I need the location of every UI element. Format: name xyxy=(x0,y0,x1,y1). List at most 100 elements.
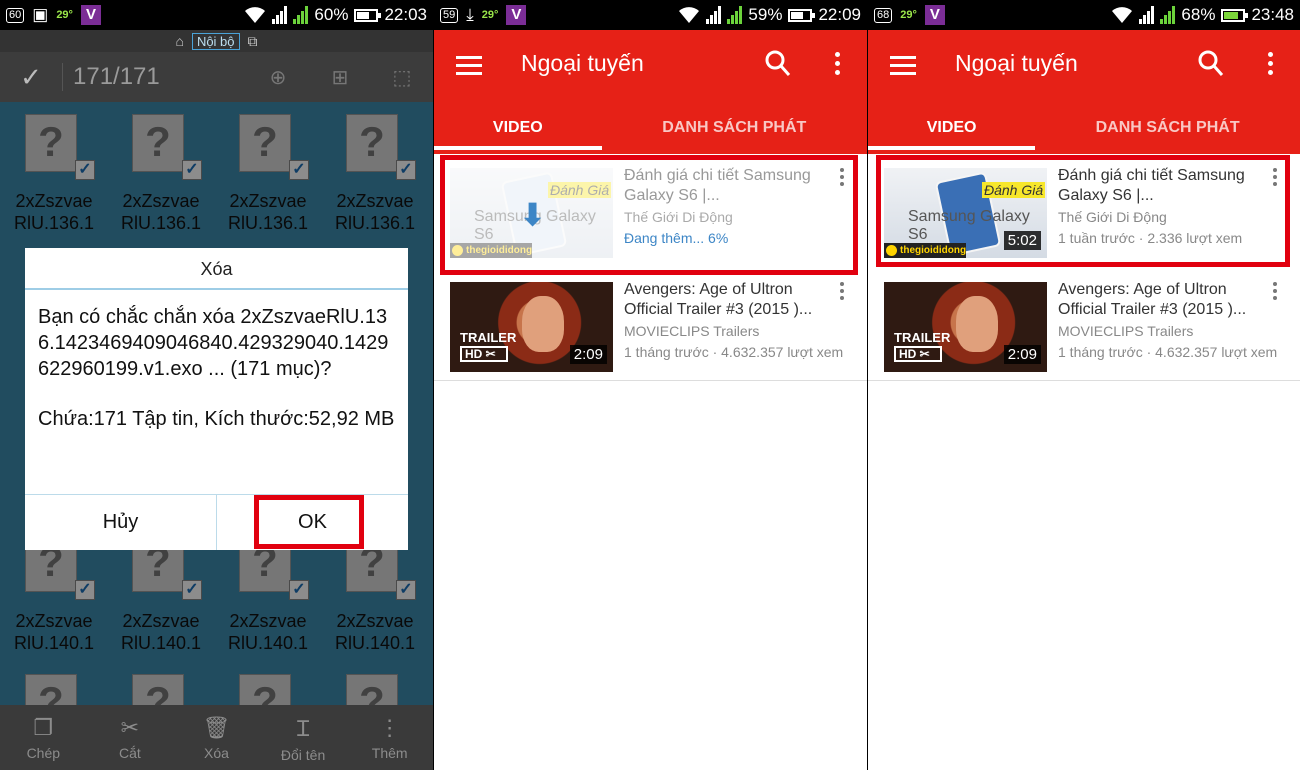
video-thumbnail[interactable]: TRAILER HD ✂ 2:09 xyxy=(450,282,613,372)
trash-icon: 🗑 xyxy=(202,714,231,740)
battery-percent: 68% xyxy=(1181,5,1216,24)
wifi-icon xyxy=(679,7,700,23)
notification-count: 68 xyxy=(874,7,893,23)
status-bar: 68 29° V 68% 23:48 xyxy=(868,0,1300,30)
download-icon: ⤓ xyxy=(466,5,474,24)
image-notification-icon: ▣ xyxy=(32,5,49,24)
signal-sim1-icon xyxy=(1139,6,1155,24)
wifi-icon xyxy=(245,7,266,23)
signal-sim2-icon xyxy=(1160,6,1176,24)
storage-switch-icon[interactable]: ⧉ xyxy=(248,33,258,50)
hamburger-menu-icon[interactable] xyxy=(890,56,916,80)
signal-sim2-icon xyxy=(293,6,309,24)
clock: 22:09 xyxy=(818,5,861,24)
video-stats: 1 tháng trước · 4.632.357 lượt xem xyxy=(624,344,844,360)
video-item[interactable]: TRAILER HD ✂ 2:09 Avengers: Age of Ultro… xyxy=(868,268,1300,388)
video-duration: 2:09 xyxy=(1003,345,1041,364)
signal-sim1-icon xyxy=(272,6,288,24)
page-title: Ngoại tuyến xyxy=(955,50,1078,76)
more-icon: ⋮ xyxy=(378,714,401,740)
tab-playlists[interactable]: DANH SÁCH PHÁT xyxy=(1035,110,1300,154)
overflow-menu-icon[interactable] xyxy=(1268,52,1274,79)
page-title: Ngoại tuyến xyxy=(521,50,644,76)
tab-video[interactable]: VIDEO xyxy=(434,110,602,154)
video-options-icon[interactable] xyxy=(1273,282,1278,303)
rename-icon: Ɪ xyxy=(296,715,310,741)
more-button[interactable]: ⋮ Thêm xyxy=(347,715,433,761)
notification-count: 59 xyxy=(440,7,459,23)
action-bar: ❐ Chép ✂ Cắt 🗑 Xóa Ɪ Đổi tên ⋮ Thêm xyxy=(0,705,433,770)
rename-button[interactable]: Ɪ Đổi tên xyxy=(260,713,346,763)
carrier-icon: V xyxy=(506,5,527,25)
battery-icon xyxy=(354,8,382,22)
battery-icon xyxy=(788,8,816,22)
clock: 23:48 xyxy=(1251,5,1294,24)
dialog-question: Bạn có chắc chắn xóa 2xZszvaeRlU.136.142… xyxy=(38,306,389,380)
delete-button[interactable]: 🗑 Xóa xyxy=(173,715,259,761)
youtube-offline-downloaded-panel: 68 29° V 68% 23:48 Ngoại tuyến VIDEO DAN… xyxy=(867,0,1300,770)
battery-percent: 59% xyxy=(748,5,783,24)
ok-highlight-box xyxy=(254,495,364,549)
video-duration: 2:09 xyxy=(569,345,607,364)
video-title: Avengers: Age of Ultron Official Trailer… xyxy=(624,281,813,318)
video-channel: MOVIECLIPS Trailers xyxy=(1058,323,1194,339)
cancel-button[interactable]: Hủy xyxy=(25,495,216,550)
storage-chip[interactable]: Nội bộ xyxy=(191,32,240,50)
signal-sim1-icon xyxy=(706,6,722,24)
app-bar: Ngoại tuyến VIDEO DANH SÁCH PHÁT xyxy=(434,30,867,154)
overflow-menu-icon[interactable] xyxy=(835,52,841,79)
carrier-icon: V xyxy=(80,5,101,25)
thumb-hd-badge: HD ✂ xyxy=(894,346,942,362)
video-title: Avengers: Age of Ultron Official Trailer… xyxy=(1058,281,1247,318)
clock: 22:03 xyxy=(384,5,427,24)
tab-video[interactable]: VIDEO xyxy=(868,110,1035,154)
status-bar: 59 ⤓ 29° V 59% 22:09 xyxy=(434,0,867,30)
temperature: 29° xyxy=(900,9,917,21)
actor-face-graphic xyxy=(522,296,564,352)
youtube-offline-downloading-panel: 59 ⤓ 29° V 59% 22:09 Ngoại tuyến VIDEO D… xyxy=(433,0,867,770)
actor-face-graphic xyxy=(956,296,998,352)
search-icon[interactable] xyxy=(765,50,791,78)
search-icon[interactable] xyxy=(1198,50,1224,78)
battery-percent: 60% xyxy=(314,5,349,24)
location-bar: ⌂ Nội bộ ⧉ xyxy=(0,30,433,52)
cut-button[interactable]: ✂ Cắt xyxy=(87,715,173,761)
tab-playlists[interactable]: DANH SÁCH PHÁT xyxy=(602,110,867,154)
video-thumbnail[interactable]: TRAILER HD ✂ 2:09 xyxy=(884,282,1047,372)
select-all-icon[interactable]: ⬚ xyxy=(371,65,433,90)
app-bar: Ngoại tuyến VIDEO DANH SÁCH PHÁT xyxy=(868,30,1300,154)
video-options-icon[interactable] xyxy=(840,282,845,303)
dialog-message: Bạn có chắc chắn xóa 2xZszvaeRlU.136.142… xyxy=(25,290,408,494)
selection-count: 171/171 xyxy=(62,63,247,91)
dialog-title: Xóa xyxy=(25,248,408,290)
carrier-icon: V xyxy=(924,5,945,25)
downloading-video-highlight-box xyxy=(440,155,858,275)
downloaded-video-highlight-box xyxy=(876,155,1290,267)
selection-toolbar: ✓ 171/171 ⊕ ⊞ ⬚ xyxy=(0,52,433,102)
video-item[interactable]: TRAILER HD ✂ 2:09 Avengers: Age of Ultro… xyxy=(434,268,867,388)
thumb-trailer-text: TRAILER xyxy=(894,330,951,345)
video-meta: Avengers: Age of Ultron Official Trailer… xyxy=(624,280,844,360)
list-divider xyxy=(868,380,1300,381)
thumb-hd-badge: HD ✂ xyxy=(460,346,508,362)
scissors-icon: ✂ xyxy=(120,714,140,740)
hamburger-menu-icon[interactable] xyxy=(456,56,482,80)
signal-sim2-icon xyxy=(727,6,743,24)
video-meta: Avengers: Age of Ultron Official Trailer… xyxy=(1058,280,1278,360)
globe-icon[interactable]: ⊕ xyxy=(247,65,309,90)
thumb-trailer-text: TRAILER xyxy=(460,330,517,345)
notification-count: 60 xyxy=(6,7,25,23)
home-icon[interactable]: ⌂ xyxy=(175,33,183,49)
temperature: 29° xyxy=(481,9,499,21)
select-range-icon[interactable]: ⊞ xyxy=(309,65,371,90)
temperature: 29° xyxy=(56,9,73,21)
tab-bar: VIDEO DANH SÁCH PHÁT xyxy=(434,110,867,154)
tab-bar: VIDEO DANH SÁCH PHÁT xyxy=(868,110,1300,154)
video-stats: 1 tháng trước · 4.632.357 lượt xem xyxy=(1058,344,1278,360)
list-divider xyxy=(434,380,867,381)
copy-icon: ❐ xyxy=(33,714,54,740)
video-channel: MOVIECLIPS Trailers xyxy=(624,323,760,339)
done-check-icon[interactable]: ✓ xyxy=(0,62,62,93)
copy-button[interactable]: ❐ Chép xyxy=(0,715,86,761)
status-bar: 60 ▣ 29° V 60% 22:03 xyxy=(0,0,433,30)
